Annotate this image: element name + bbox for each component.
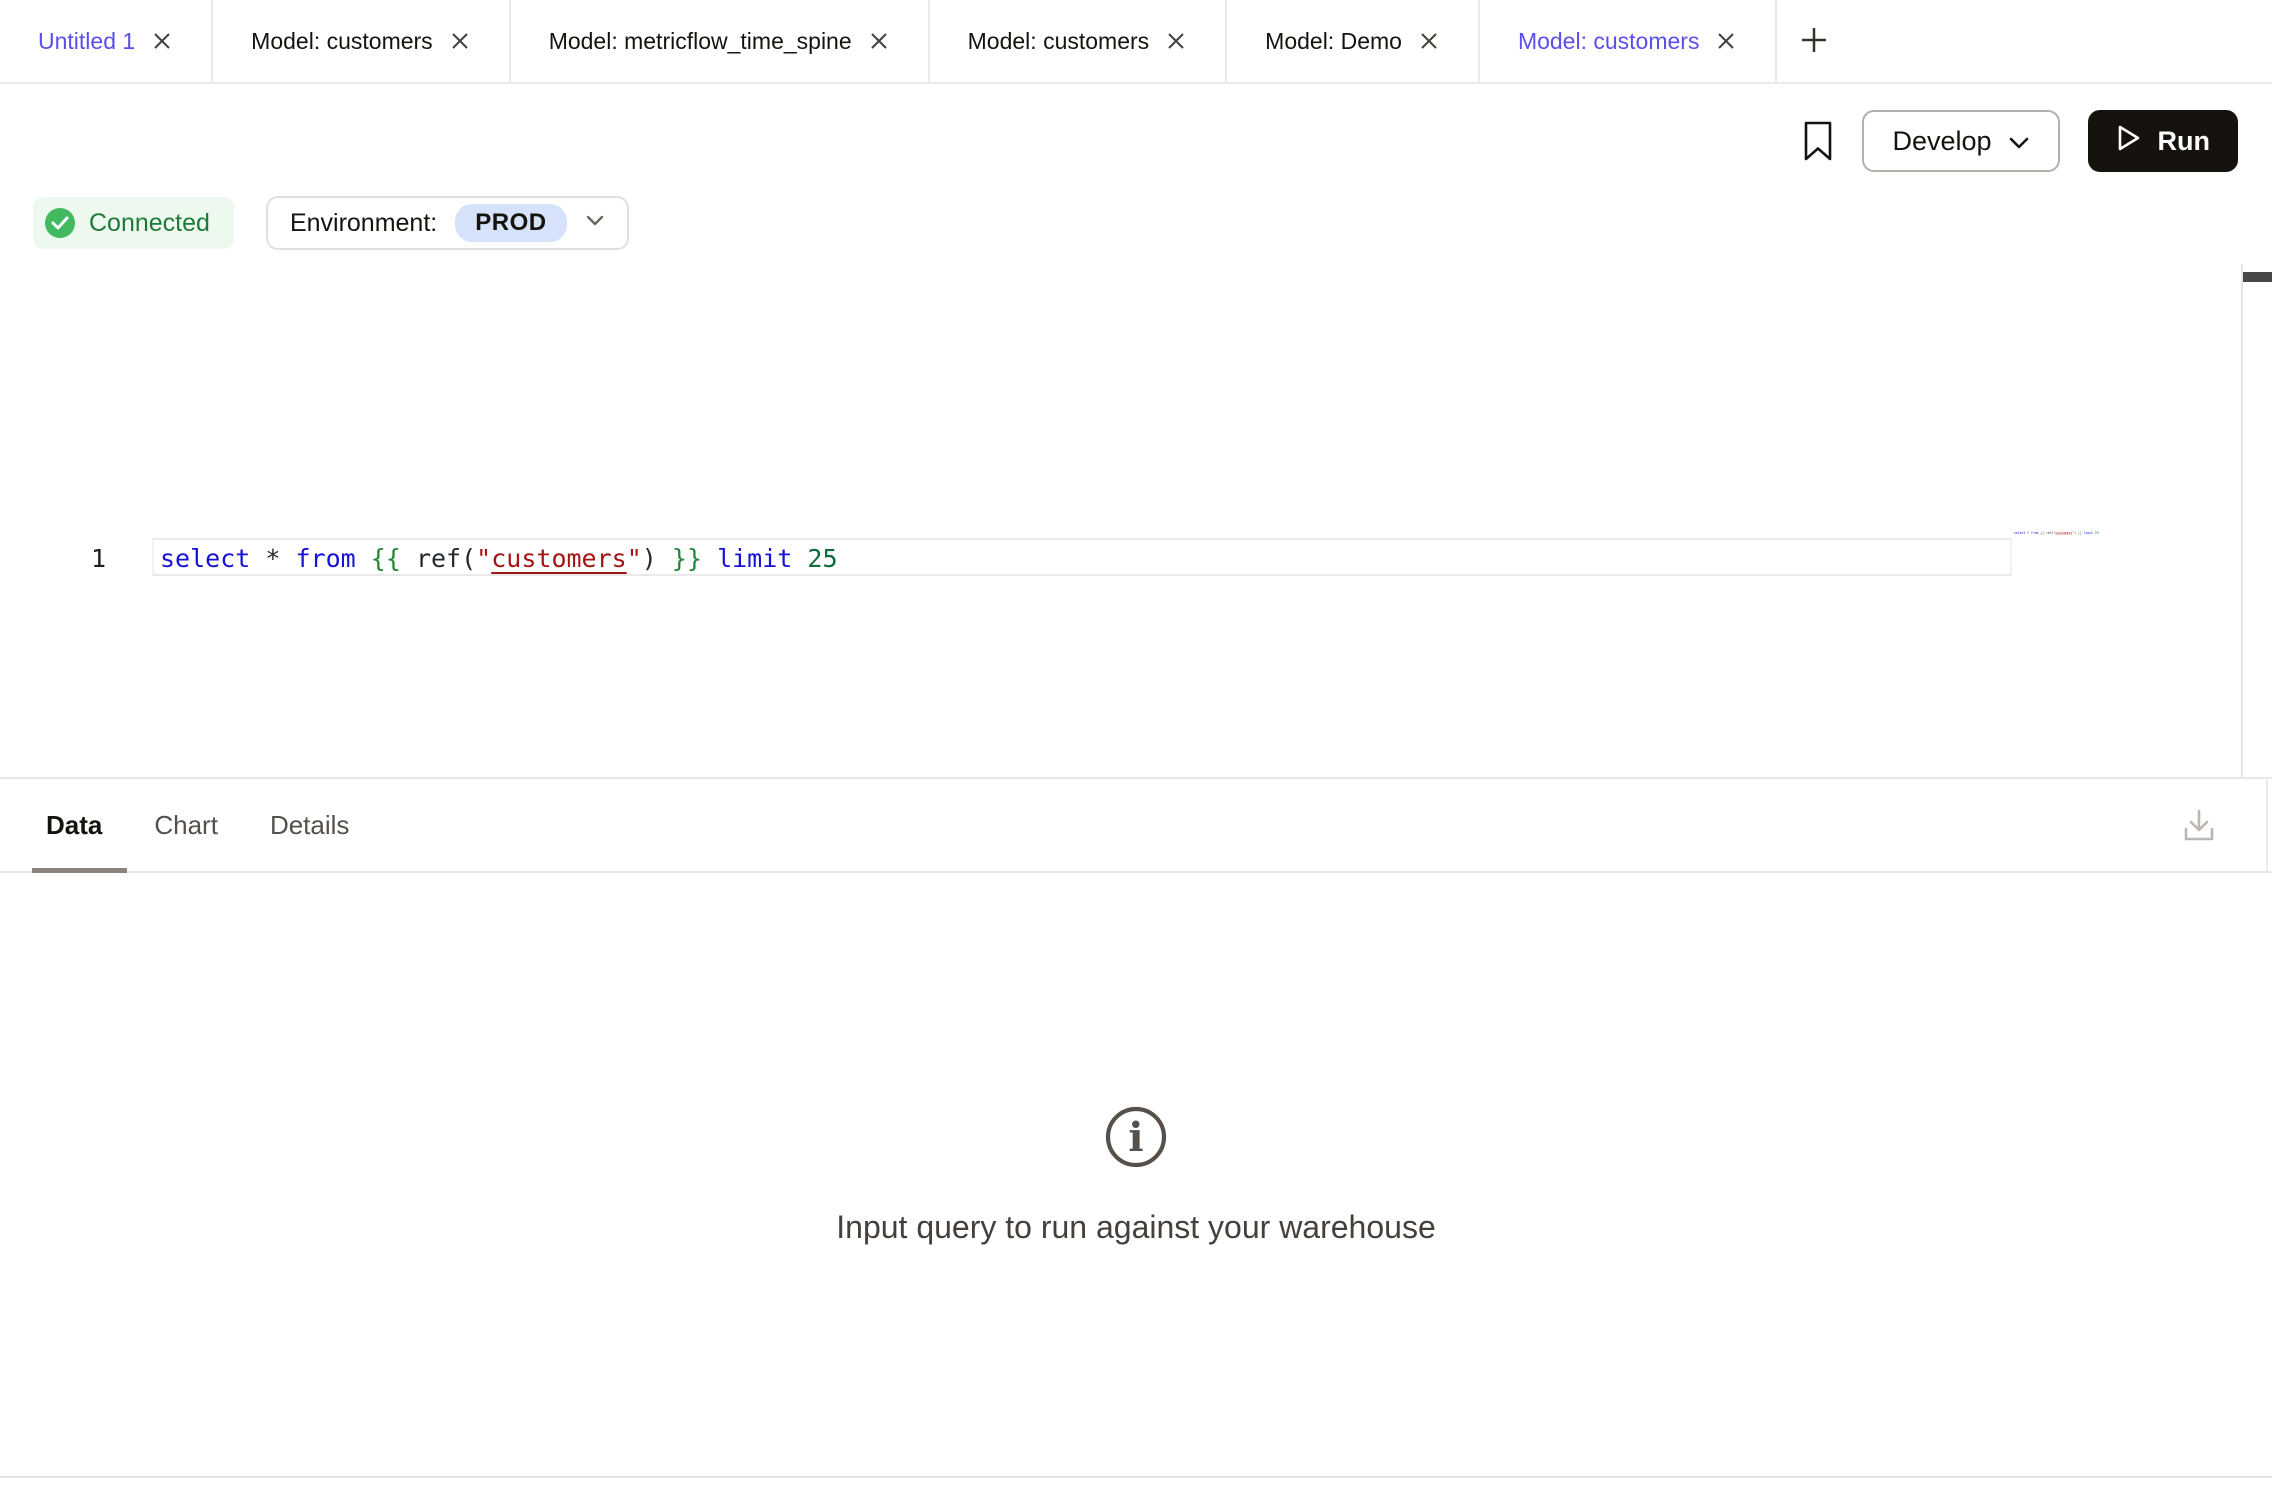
scrollbar-thumb[interactable] [2243,272,2272,282]
tab-chart-label: Chart [154,810,218,841]
sql-editor[interactable]: 1 select * from {{ ref("customers") }} l… [0,262,2272,777]
tab-model-customers-3[interactable]: Model: customers [1480,0,1778,82]
editor-minimap[interactable]: select * from {{ ref("customers") }} lim… [2014,531,2106,591]
results-right-border [2266,779,2268,871]
tab-model-demo[interactable]: Model: Demo [1227,0,1480,82]
results-empty-state: i Input query to run against your wareho… [0,873,2272,1476]
line-number: 1 [0,544,106,573]
close-icon[interactable] [449,30,471,52]
tab-data-label: Data [46,810,102,841]
tab-model-customers-1[interactable]: Model: customers [213,0,511,82]
page-bottom-border [0,1476,2272,1478]
chevron-down-icon [585,214,605,232]
tab-label: Model: customers [1518,28,1700,55]
chevron-down-icon [2008,126,2030,157]
tab-untitled-1[interactable]: Untitled 1 [0,0,213,82]
tab-label: Model: Demo [1265,28,1402,55]
connection-bar: Connected Environment: PROD [33,196,629,250]
tab-details-label: Details [270,810,349,841]
tab-chart[interactable]: Chart [154,779,218,871]
run-button-label: Run [2158,126,2210,157]
toolbar: Develop Run [0,86,2272,196]
bookmark-icon[interactable] [1802,120,1834,162]
connection-status-label: Connected [89,209,210,238]
app-window: Untitled 1 Model: customers Model: metri… [0,0,2272,1486]
tab-model-customers-2[interactable]: Model: customers [930,0,1228,82]
environment-selector[interactable]: Environment: PROD [266,196,629,250]
new-tab-button[interactable] [1777,0,1851,82]
develop-button-label: Develop [1892,126,1991,157]
tab-details[interactable]: Details [270,779,349,871]
plus-icon [1799,25,1829,58]
develop-button[interactable]: Develop [1862,110,2059,172]
environment-value-pill: PROD [455,204,566,242]
run-button[interactable]: Run [2088,110,2238,172]
play-icon [2116,124,2142,159]
editor-right-border [2241,264,2243,777]
close-icon[interactable] [1418,30,1440,52]
info-circle-icon: i [1103,1104,1169,1175]
code-line[interactable]: select * from {{ ref("customers") }} lim… [160,544,838,573]
close-icon[interactable] [1715,30,1737,52]
tab-data[interactable]: Data [46,779,102,871]
svg-text:i: i [1128,1114,1143,1161]
connection-status-badge: Connected [33,197,234,249]
tab-label: Model: customers [968,28,1150,55]
download-icon[interactable] [2178,805,2220,850]
tab-label: Model: metricflow_time_spine [549,28,852,55]
results-tab-bar: Data Chart Details [0,779,2272,873]
close-icon[interactable] [1165,30,1187,52]
environment-label: Environment: [290,209,437,238]
check-circle-icon [45,208,75,238]
minimap-code-line: select * from {{ ref("customers") }} lim… [2014,531,2104,535]
close-icon[interactable] [868,30,890,52]
editor-tab-bar: Untitled 1 Model: customers Model: metri… [0,0,2272,84]
close-icon[interactable] [151,30,173,52]
tab-model-metricflow-time-spine[interactable]: Model: metricflow_time_spine [511,0,930,82]
tab-label: Model: customers [251,28,433,55]
tab-label: Untitled 1 [38,28,135,55]
empty-state-message: Input query to run against your warehous… [836,1209,1435,1246]
